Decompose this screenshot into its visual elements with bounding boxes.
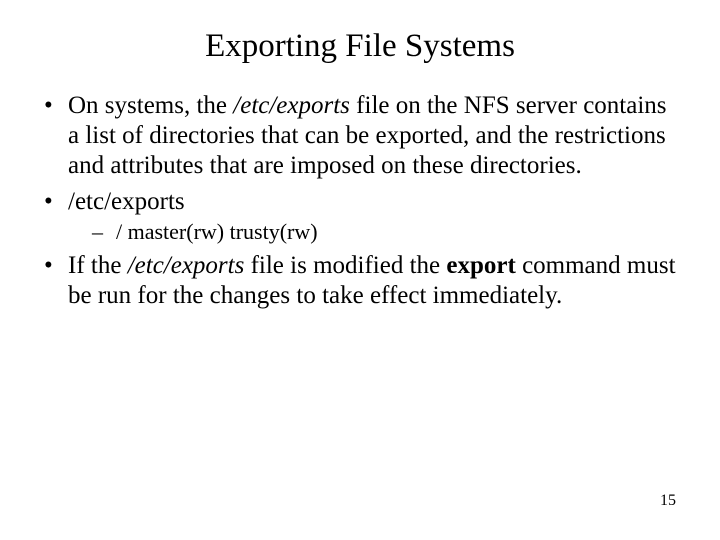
slide: Exporting File Systems On systems, the /… <box>0 0 720 540</box>
bullet-list: On systems, the /etc/exports file on the… <box>44 91 676 311</box>
sub-bullet-item-1: / master(rw) trusty(rw) <box>68 219 676 245</box>
text: If the <box>68 252 128 279</box>
command-name: export <box>446 252 515 279</box>
file-path: /etc/exports <box>128 252 245 279</box>
bullet-item-2: /etc/exports / master(rw) trusty(rw) <box>44 187 676 245</box>
bullet-item-3: If the /etc/exports file is modified the… <box>44 251 676 311</box>
sub-bullet-list: / master(rw) trusty(rw) <box>68 219 676 245</box>
slide-body: On systems, the /etc/exports file on the… <box>0 91 720 311</box>
text: On systems, the <box>68 92 233 119</box>
bullet-item-1: On systems, the /etc/exports file on the… <box>44 91 676 181</box>
file-path: /etc/exports <box>68 188 185 215</box>
page-number: 15 <box>660 492 676 510</box>
slide-title: Exporting File Systems <box>0 0 720 85</box>
exports-line: / master(rw) trusty(rw) <box>116 219 318 244</box>
file-path: /etc/exports <box>233 92 350 119</box>
text: file is modified the <box>244 252 446 279</box>
